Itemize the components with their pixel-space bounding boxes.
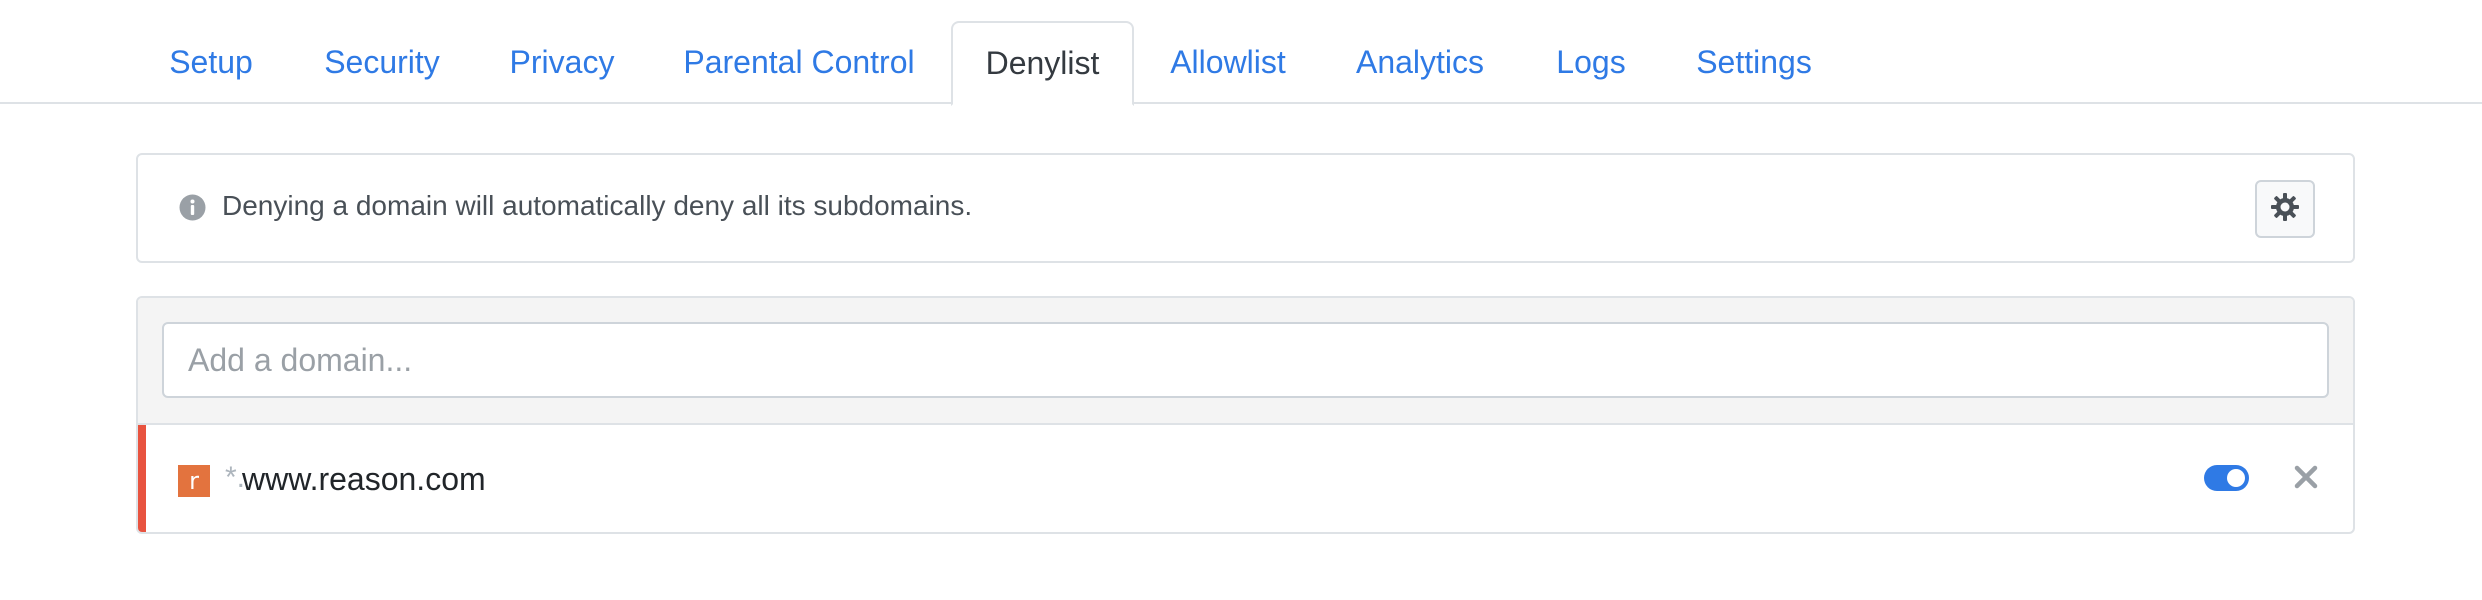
tab-privacy[interactable]: Privacy bbox=[490, 21, 634, 104]
tab-denylist[interactable]: Denylist bbox=[951, 21, 1134, 106]
tab-security[interactable]: Security bbox=[302, 21, 462, 104]
denylist-card: r *. www.reason.com bbox=[136, 296, 2355, 534]
info-card: Denying a domain will automatically deny… bbox=[136, 153, 2355, 263]
domain-name: www.reason.com bbox=[242, 461, 486, 497]
tab-logs[interactable]: Logs bbox=[1530, 21, 1652, 104]
list-item: r *. www.reason.com bbox=[138, 425, 2353, 532]
info-circle-icon bbox=[179, 194, 206, 221]
domain-enabled-toggle[interactable] bbox=[2204, 465, 2249, 491]
tab-parental-control[interactable]: Parental Control bbox=[662, 21, 936, 104]
close-icon bbox=[2291, 465, 2321, 496]
add-domain-input[interactable] bbox=[162, 322, 2329, 398]
info-text: Denying a domain will automatically deny… bbox=[222, 190, 973, 221]
gear-icon bbox=[2269, 191, 2301, 228]
toggle-knob bbox=[2227, 469, 2245, 487]
tab-allowlist[interactable]: Allowlist bbox=[1148, 21, 1308, 104]
tab-bar: Setup Security Privacy Parental Control … bbox=[0, 0, 2482, 106]
tab-setup[interactable]: Setup bbox=[148, 21, 274, 104]
domain-favicon: r bbox=[178, 465, 210, 497]
tab-settings[interactable]: Settings bbox=[1676, 21, 1832, 104]
tab-analytics[interactable]: Analytics bbox=[1336, 21, 1504, 104]
list-settings-button[interactable] bbox=[2255, 180, 2315, 238]
add-domain-header bbox=[138, 298, 2353, 425]
deny-status-bar bbox=[138, 425, 146, 532]
remove-domain-button[interactable] bbox=[2291, 462, 2321, 492]
denylist-page: Setup Security Privacy Parental Control … bbox=[0, 0, 2482, 600]
